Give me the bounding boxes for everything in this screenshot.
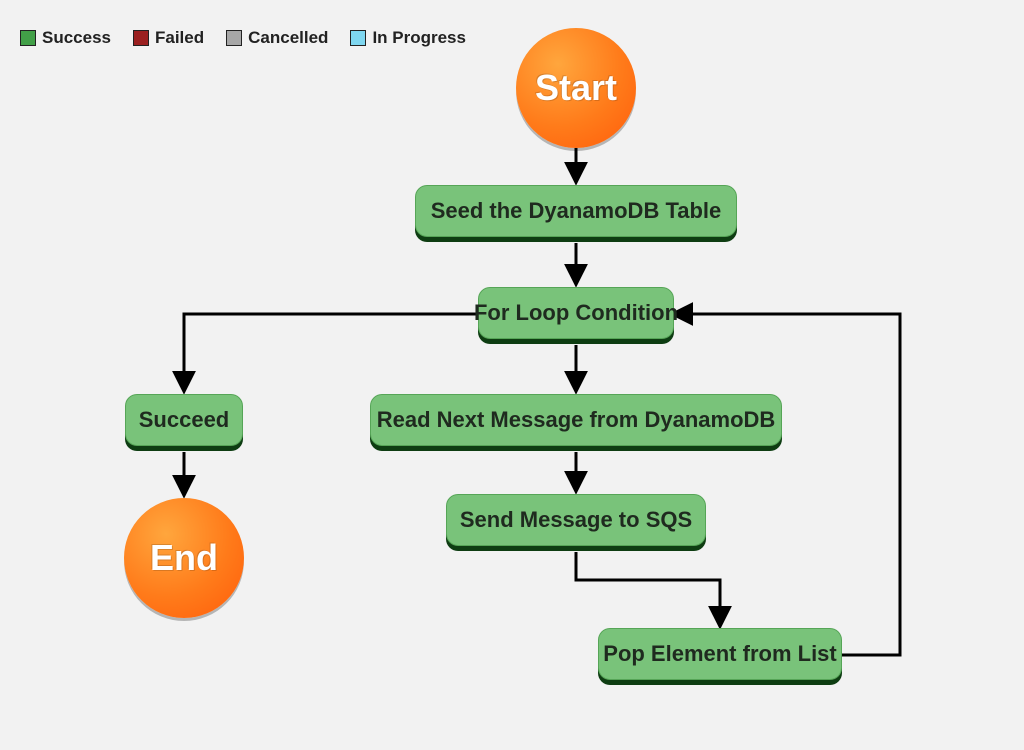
node-send: Send Message to SQS bbox=[446, 494, 706, 546]
node-seed-label: Seed the DyanamoDB Table bbox=[431, 198, 722, 224]
legend-item-failed: Failed bbox=[133, 28, 204, 48]
node-pop-label: Pop Element from List bbox=[603, 641, 836, 667]
node-start: Start bbox=[516, 28, 636, 148]
flow-arrows bbox=[0, 0, 1024, 750]
legend-item-success: Success bbox=[20, 28, 111, 48]
node-start-label: Start bbox=[535, 67, 617, 109]
arrow-loop-succeed bbox=[184, 314, 478, 390]
arrow-send-pop bbox=[576, 552, 720, 625]
node-read-label: Read Next Message from DyanamoDB bbox=[377, 407, 776, 433]
node-end: End bbox=[124, 498, 244, 618]
legend-item-inprogress: In Progress bbox=[350, 28, 466, 48]
legend-label-failed: Failed bbox=[155, 28, 204, 48]
legend-label-inprogress: In Progress bbox=[372, 28, 466, 48]
node-succeed: Succeed bbox=[125, 394, 243, 446]
arrow-pop-loop bbox=[674, 314, 900, 655]
node-end-label: End bbox=[150, 537, 218, 579]
legend-label-cancelled: Cancelled bbox=[248, 28, 328, 48]
node-loop: For Loop Condition bbox=[478, 287, 674, 339]
node-pop: Pop Element from List bbox=[598, 628, 842, 680]
legend-item-cancelled: Cancelled bbox=[226, 28, 328, 48]
node-succeed-label: Succeed bbox=[139, 407, 230, 433]
legend: Success Failed Cancelled In Progress bbox=[20, 28, 466, 48]
node-send-label: Send Message to SQS bbox=[460, 507, 692, 533]
node-loop-label: For Loop Condition bbox=[474, 300, 678, 326]
swatch-failed bbox=[133, 30, 149, 46]
node-seed: Seed the DyanamoDB Table bbox=[415, 185, 737, 237]
swatch-cancelled bbox=[226, 30, 242, 46]
swatch-success bbox=[20, 30, 36, 46]
swatch-inprogress bbox=[350, 30, 366, 46]
legend-label-success: Success bbox=[42, 28, 111, 48]
node-read: Read Next Message from DyanamoDB bbox=[370, 394, 782, 446]
